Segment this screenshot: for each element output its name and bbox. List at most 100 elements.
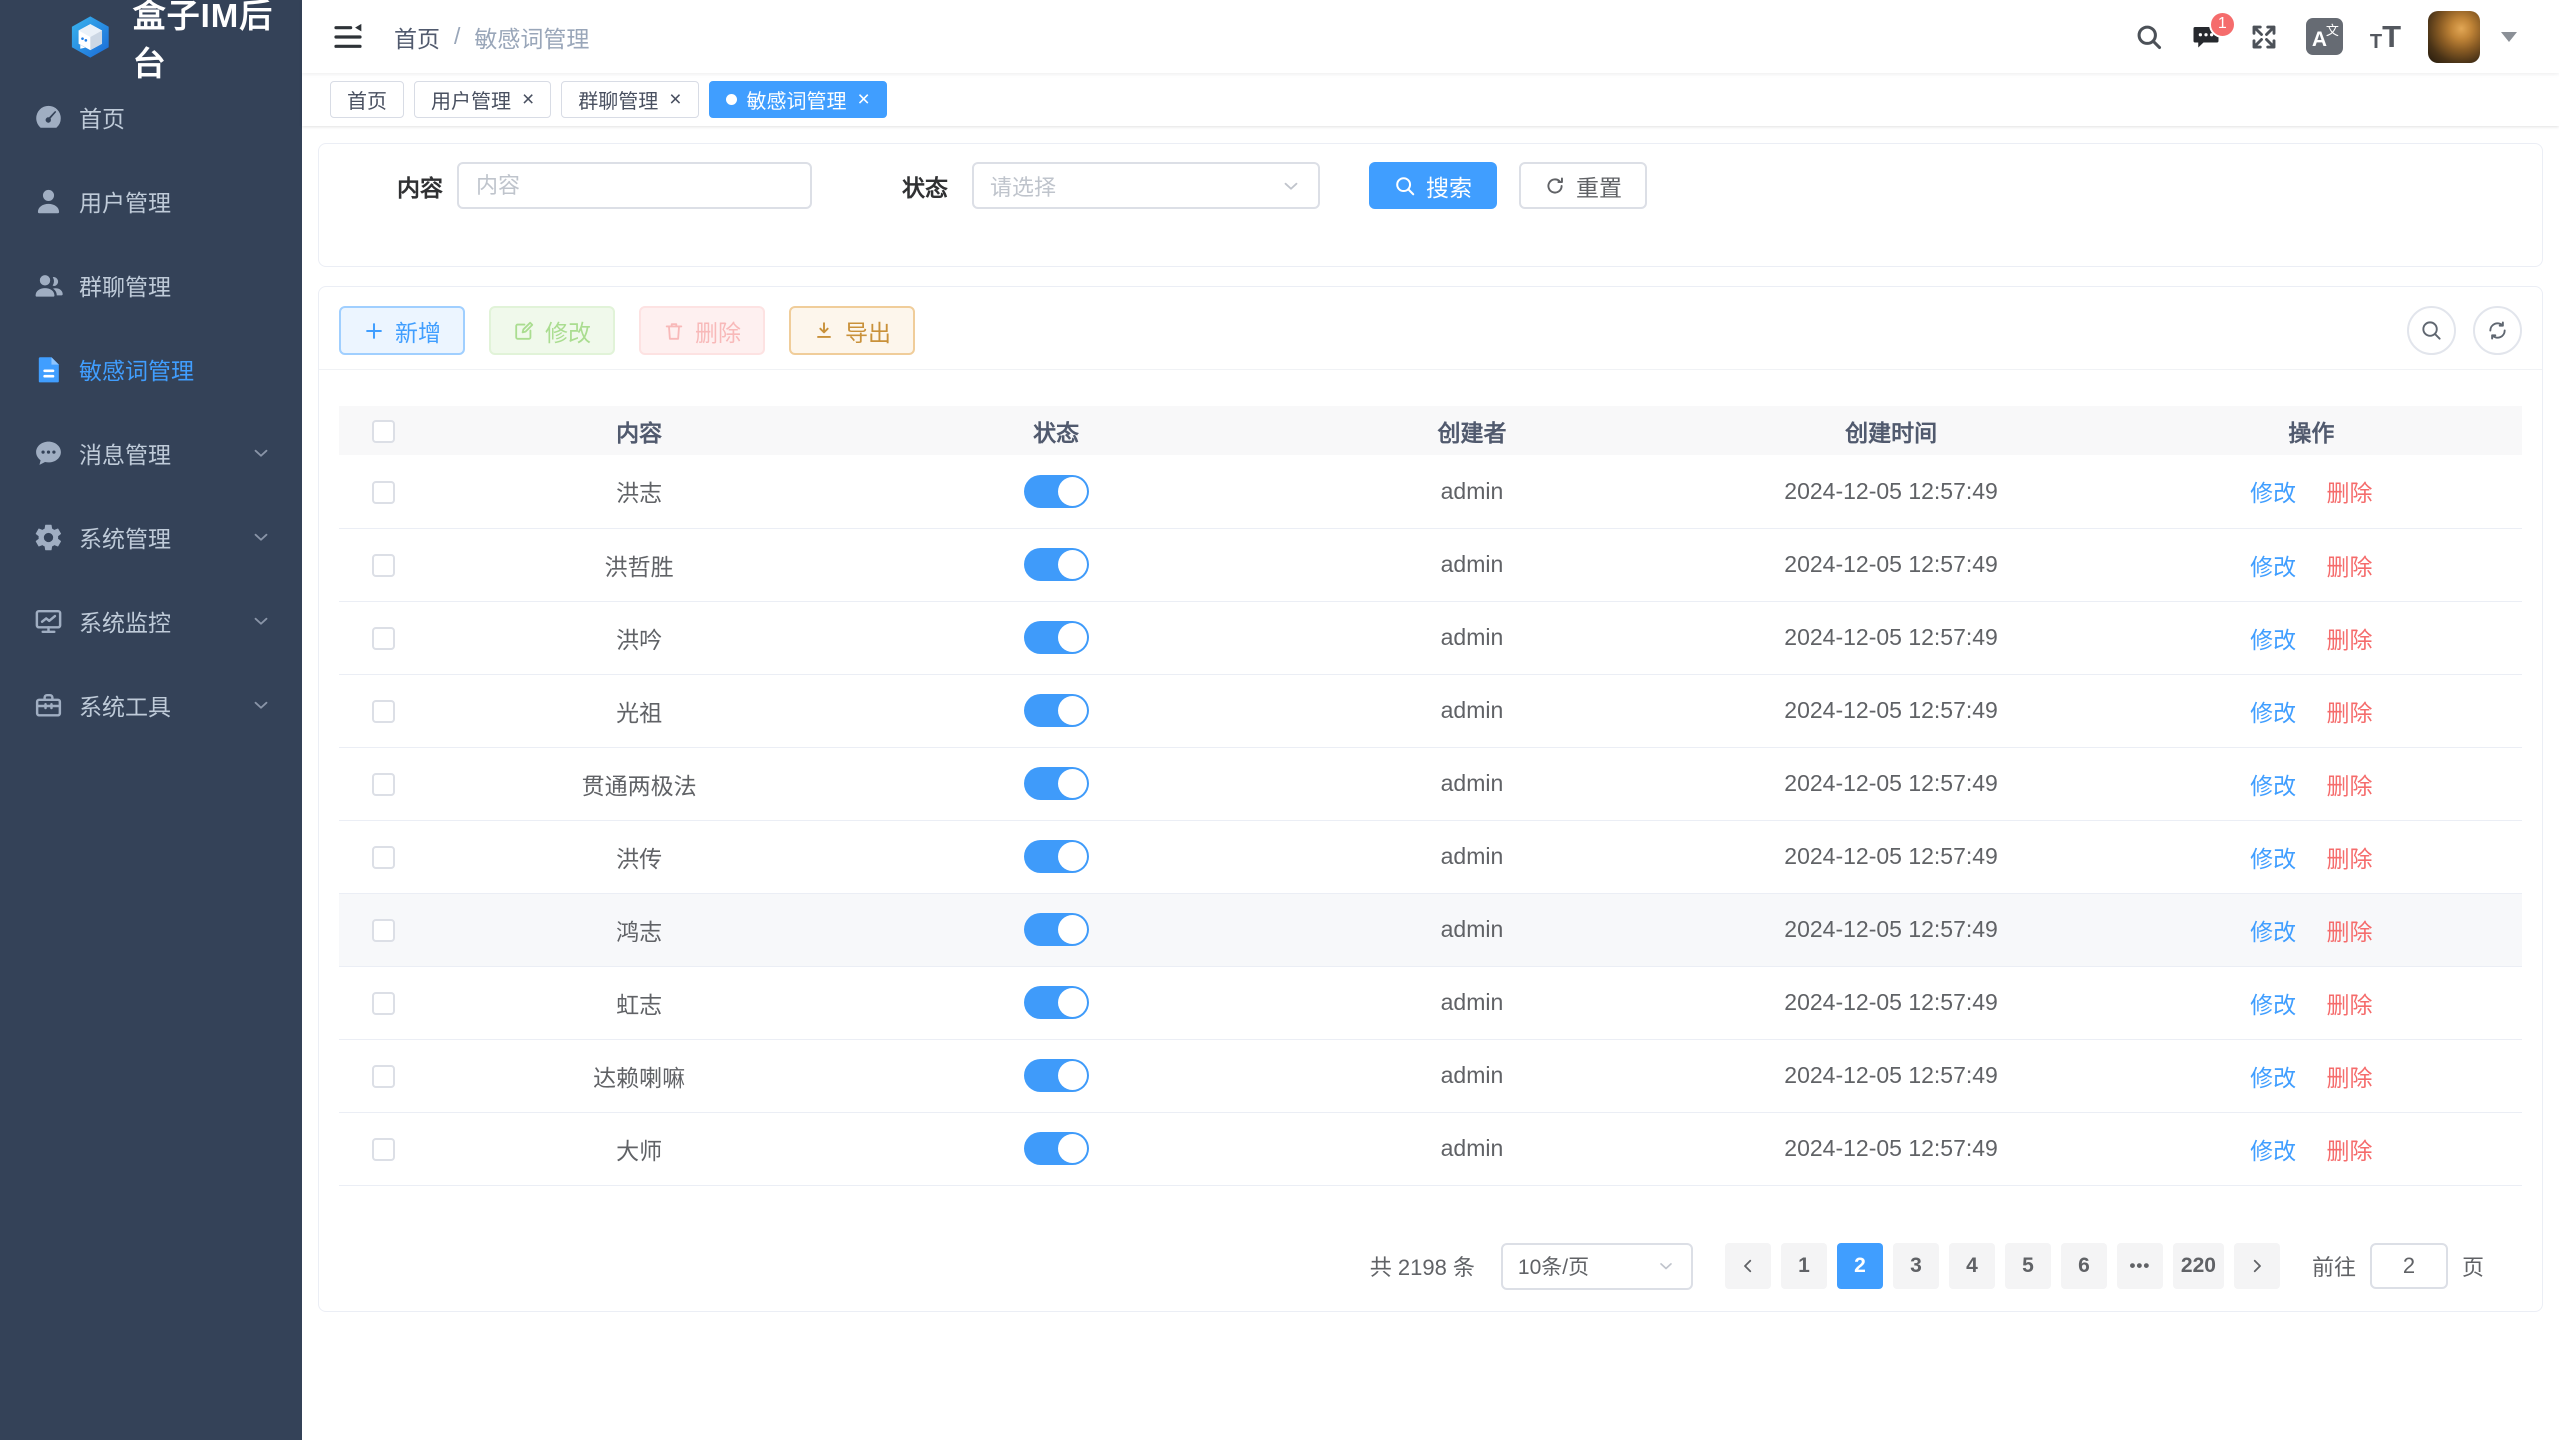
row-checkbox[interactable]	[372, 627, 395, 650]
table-row[interactable]: 洪传 admin 2024-12-05 12:57:49 修改 删除	[339, 820, 2522, 893]
sidebar-item-home[interactable]: 首页	[0, 75, 302, 159]
row-creator: admin	[1262, 966, 1681, 1039]
next-page-button[interactable]	[2234, 1243, 2280, 1289]
row-delete-link[interactable]: 删除	[2327, 627, 2373, 653]
row-delete-link[interactable]: 删除	[2327, 1138, 2373, 1164]
page-size-select[interactable]: 10条/页	[1501, 1243, 1693, 1290]
export-button[interactable]: 导出	[789, 306, 915, 355]
close-icon[interactable]: ×	[669, 89, 681, 110]
page-button-4[interactable]: 4	[1949, 1243, 1995, 1289]
row-checkbox[interactable]	[372, 919, 395, 942]
table-row[interactable]: 光祖 admin 2024-12-05 12:57:49 修改 删除	[339, 674, 2522, 747]
page-button-2-active[interactable]: 2	[1837, 1243, 1883, 1289]
toggle-search-button[interactable]	[2407, 306, 2456, 355]
breadcrumb-home[interactable]: 首页	[394, 20, 440, 54]
status-toggle[interactable]	[1024, 840, 1089, 873]
header-search-button[interactable]	[2135, 23, 2163, 51]
row-delete-link[interactable]: 删除	[2327, 846, 2373, 872]
table-row[interactable]: 鸿志 admin 2024-12-05 12:57:49 修改 删除	[339, 893, 2522, 966]
more-pages-button[interactable]: •••	[2117, 1243, 2163, 1289]
sidebar-item-sensitive-words[interactable]: 敏感词管理	[0, 327, 302, 411]
refresh-table-button[interactable]	[2473, 306, 2522, 355]
row-checkbox[interactable]	[372, 554, 395, 577]
row-checkbox[interactable]	[372, 1138, 395, 1161]
add-button[interactable]: 新增	[339, 306, 465, 355]
row-edit-link[interactable]: 修改	[2250, 846, 2296, 872]
row-checkbox[interactable]	[372, 846, 395, 869]
status-toggle[interactable]	[1024, 548, 1089, 581]
row-delete-link[interactable]: 删除	[2327, 773, 2373, 799]
page-button-last[interactable]: 220	[2173, 1243, 2224, 1289]
row-delete-link[interactable]: 删除	[2327, 1065, 2373, 1091]
table-row[interactable]: 洪吟 admin 2024-12-05 12:57:49 修改 删除	[339, 601, 2522, 674]
row-delete-link[interactable]: 删除	[2327, 480, 2373, 506]
page-button-6[interactable]: 6	[2061, 1243, 2107, 1289]
row-edit-link[interactable]: 修改	[2250, 773, 2296, 799]
row-checkbox[interactable]	[372, 481, 395, 504]
row-edit-link[interactable]: 修改	[2250, 627, 2296, 653]
row-edit-link[interactable]: 修改	[2250, 1138, 2296, 1164]
page-button-3[interactable]: 3	[1893, 1243, 1939, 1289]
sidebar-item-group-management[interactable]: 群聊管理	[0, 243, 302, 327]
close-icon[interactable]: ×	[522, 89, 534, 110]
row-edit-link[interactable]: 修改	[2250, 554, 2296, 580]
row-edit-link[interactable]: 修改	[2250, 1065, 2296, 1091]
edit-button[interactable]: 修改	[489, 306, 615, 355]
table-row[interactable]: 大师 admin 2024-12-05 12:57:49 修改 删除	[339, 1112, 2522, 1185]
row-delete-link[interactable]: 删除	[2327, 992, 2373, 1018]
row-checkbox[interactable]	[372, 700, 395, 723]
app-logo[interactable]: 盒子IM后台	[0, 0, 302, 73]
font-size-button[interactable]: T T	[2370, 21, 2401, 52]
row-edit-link[interactable]: 修改	[2250, 700, 2296, 726]
tab-user-management[interactable]: 用户管理 ×	[414, 81, 551, 118]
status-toggle[interactable]	[1024, 621, 1089, 654]
page-button-1[interactable]: 1	[1781, 1243, 1827, 1289]
delete-button[interactable]: 删除	[639, 306, 765, 355]
status-toggle[interactable]	[1024, 913, 1089, 946]
row-delete-link[interactable]: 删除	[2327, 919, 2373, 945]
tab-sensitive-words[interactable]: 敏感词管理 ×	[709, 81, 887, 118]
row-checkbox[interactable]	[372, 1065, 395, 1088]
select-all-checkbox[interactable]	[372, 420, 395, 443]
page-button-5[interactable]: 5	[2005, 1243, 2051, 1289]
status-toggle[interactable]	[1024, 1059, 1089, 1092]
prev-page-button[interactable]	[1725, 1243, 1771, 1289]
row-delete-link[interactable]: 删除	[2327, 700, 2373, 726]
fullscreen-button[interactable]	[2249, 22, 2279, 52]
row-checkbox[interactable]	[372, 773, 395, 796]
sidebar-fold-button[interactable]	[330, 19, 366, 55]
table-row[interactable]: 洪哲胜 admin 2024-12-05 12:57:49 修改 删除	[339, 528, 2522, 601]
goto-page-input[interactable]	[2370, 1243, 2448, 1289]
status-toggle[interactable]	[1024, 767, 1089, 800]
language-button[interactable]: A 文	[2306, 18, 2343, 55]
tab-home[interactable]: 首页	[330, 81, 404, 118]
header-message-button[interactable]: 1	[2190, 22, 2222, 52]
sidebar-item-system-tools[interactable]: 系统工具	[0, 663, 302, 747]
status-toggle[interactable]	[1024, 475, 1089, 508]
table-row[interactable]: 达赖喇嘛 admin 2024-12-05 12:57:49 修改 删除	[339, 1039, 2522, 1112]
table-row[interactable]: 虹志 admin 2024-12-05 12:57:49 修改 删除	[339, 966, 2522, 1039]
row-edit-link[interactable]: 修改	[2250, 992, 2296, 1018]
status-toggle[interactable]	[1024, 694, 1089, 727]
content-input[interactable]	[457, 162, 812, 209]
table-row[interactable]: 洪志 admin 2024-12-05 12:57:49 修改 删除	[339, 455, 2522, 528]
user-avatar[interactable]	[2428, 11, 2480, 63]
status-toggle[interactable]	[1024, 986, 1089, 1019]
reset-button[interactable]: 重置	[1519, 162, 1647, 209]
row-checkbox[interactable]	[372, 992, 395, 1015]
sidebar-item-label: 系统管理	[79, 520, 250, 554]
sidebar-item-user-management[interactable]: 用户管理	[0, 159, 302, 243]
sidebar-item-system-monitor[interactable]: 系统监控	[0, 579, 302, 663]
status-toggle[interactable]	[1024, 1132, 1089, 1165]
table-row[interactable]: 贯通两极法 admin 2024-12-05 12:57:49 修改 删除	[339, 747, 2522, 820]
search-button[interactable]: 搜索	[1369, 162, 1497, 209]
row-edit-link[interactable]: 修改	[2250, 919, 2296, 945]
row-delete-link[interactable]: 删除	[2327, 554, 2373, 580]
tab-group-management[interactable]: 群聊管理 ×	[561, 81, 698, 118]
close-icon[interactable]: ×	[858, 89, 870, 110]
user-menu-caret-icon[interactable]	[2501, 32, 2517, 42]
row-edit-link[interactable]: 修改	[2250, 480, 2296, 506]
sidebar-item-message-management[interactable]: 消息管理	[0, 411, 302, 495]
status-select[interactable]: 请选择	[972, 162, 1320, 209]
sidebar-item-system-management[interactable]: 系统管理	[0, 495, 302, 579]
